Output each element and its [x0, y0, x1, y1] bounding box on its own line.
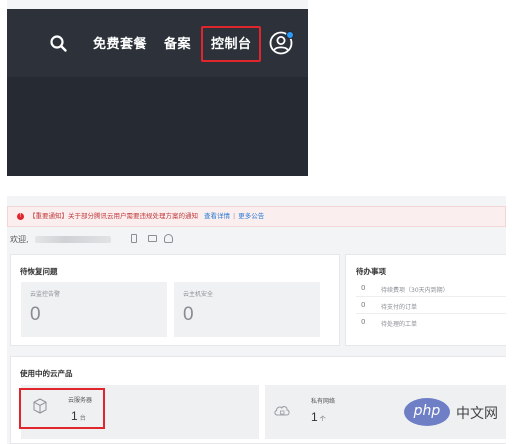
stat-label: 云监控告警 [30, 291, 61, 298]
stat-label: 云主机安全 [183, 291, 214, 298]
php-logo: php [404, 398, 450, 426]
row-divider [356, 296, 506, 297]
cvm-highlight-box [19, 388, 105, 429]
pending-issues-panel: 待恢复问题 云监控告警 0 云主机安全 0 [10, 254, 340, 346]
top-nav-screenshot: 免费套餐 备案 控制台 [7, 0, 308, 176]
row-divider [356, 313, 506, 314]
blurred-username [35, 236, 111, 243]
notice-more-link[interactable]: 更多公告 [238, 212, 264, 220]
notice-separator: | [233, 212, 236, 220]
host-security-card[interactable]: 云主机安全 0 [174, 282, 320, 337]
nav-item-beian[interactable]: 备案 [164, 33, 191, 52]
pending-issues-title: 待恢复问题 [20, 267, 58, 276]
notice-message: 【重要通知】关于部分腾讯云用户需要违规处理方案的通知 [29, 212, 198, 220]
todo-item-tickets[interactable]: 0 待处理的工单 [356, 315, 506, 331]
notice-detail-link[interactable]: 查看详情 [204, 212, 230, 220]
stat-value: 0 [183, 304, 194, 325]
nav-item-free-package[interactable]: 免费套餐 [93, 33, 147, 52]
todo-count: 0 [361, 284, 366, 292]
todo-panel: 待办事项 0 待续费项（30天内到期） 0 待支付的订单 0 待处理的工单 [345, 254, 506, 346]
cloud-lock-icon [274, 406, 290, 416]
warning-icon: ! [17, 212, 24, 220]
todo-label: 待处理的工单 [381, 321, 418, 328]
products-title: 使用中的云产品 [20, 369, 73, 378]
notification-dot [286, 31, 294, 39]
search-icon[interactable] [49, 34, 69, 54]
user-icon[interactable] [164, 234, 173, 243]
todo-item-renewal[interactable]: 0 待续费项（30天内到期） [356, 281, 506, 297]
watermark-text: 中文网 [456, 406, 498, 422]
todo-label: 待支付的订单 [381, 304, 418, 311]
monitor-alert-card[interactable]: 云监控告警 0 [21, 282, 167, 337]
todo-label: 待续费项（30天内到期） [381, 287, 449, 294]
todo-count: 0 [361, 301, 366, 309]
notice-bar: ! 【重要通知】关于部分腾讯云用户需要违规处理方案的通知 查看详情 | 更多公告 [7, 206, 506, 227]
phone-icon[interactable] [131, 234, 137, 243]
todo-item-orders[interactable]: 0 待支付的订单 [356, 298, 506, 314]
todo-title: 待办事项 [356, 267, 386, 276]
php-cn-watermark: php 中文网 [404, 398, 522, 426]
stat-value: 0 [30, 304, 41, 325]
welcome-greeting: 欢迎, [10, 235, 29, 244]
nav-top-stripe [7, 0, 308, 9]
product-name: 私有网络 [311, 398, 336, 405]
product-count: 1个 [311, 410, 326, 424]
todo-count: 0 [361, 318, 366, 326]
mail-icon[interactable] [148, 235, 157, 242]
product-unit: 个 [319, 416, 326, 423]
console-highlight-box [201, 26, 261, 62]
